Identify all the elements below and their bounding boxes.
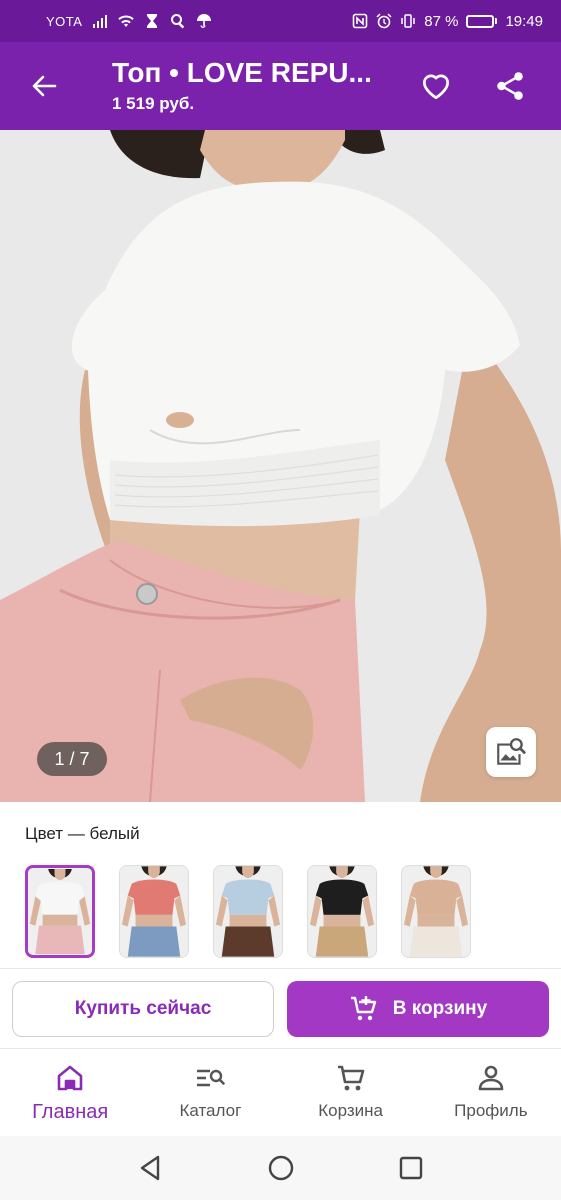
profile-icon — [474, 1061, 508, 1095]
cart-icon — [334, 1061, 368, 1095]
swatch-thumbnail — [308, 866, 376, 957]
color-label: Цвет — белый — [25, 824, 140, 843]
nav-item-cart[interactable]: Корзина — [281, 1049, 421, 1136]
nav-label-catalog: Каталог — [179, 1101, 242, 1120]
color-section: Цвет — белый — [0, 802, 561, 970]
bottom-navigation: Главная Каталог Корзина Профиль — [0, 1048, 561, 1136]
clock: 19:49 — [505, 12, 543, 30]
visual-search-button[interactable] — [486, 727, 536, 777]
system-back-button[interactable] — [131, 1148, 171, 1188]
share-icon — [497, 72, 523, 100]
battery-percent: 87 % — [424, 12, 459, 30]
app-bar: Топ • LOVE REPU... 1 519 руб. — [0, 42, 561, 130]
purchase-bar: Купить сейчас В корзину — [0, 968, 561, 1048]
swatch-thumbnail — [28, 868, 92, 955]
nfc-icon — [352, 13, 368, 29]
favorite-button[interactable] — [414, 64, 458, 108]
buy-now-button[interactable]: Купить сейчас — [12, 981, 274, 1037]
share-button[interactable] — [488, 64, 532, 108]
nav-item-profile[interactable]: Профиль — [421, 1049, 561, 1136]
add-to-cart-icon — [350, 996, 376, 1021]
swatch-thumbnail — [214, 866, 282, 957]
system-navigation-bar — [0, 1136, 561, 1200]
nav-label-cart: Корзина — [318, 1101, 383, 1120]
image-page-indicator: 1 / 7 — [37, 742, 107, 776]
product-image — [0, 130, 561, 802]
color-swatch-black[interactable] — [307, 865, 377, 958]
search-notification-icon — [170, 13, 186, 29]
system-recents-button[interactable] — [391, 1148, 431, 1188]
color-swatches — [25, 865, 471, 958]
signal-icon — [92, 13, 108, 29]
catalog-search-icon — [193, 1061, 227, 1095]
square-recents-icon — [399, 1156, 422, 1180]
system-home-button[interactable] — [261, 1148, 301, 1188]
product-photo[interactable]: 1 / 7 — [0, 130, 561, 802]
add-to-cart-label: В корзину — [392, 998, 488, 1019]
image-search-icon — [497, 738, 526, 765]
swatch-thumbnail — [402, 866, 470, 957]
vibrate-icon — [400, 13, 416, 29]
back-button[interactable] — [22, 64, 66, 108]
arrow-back-icon — [32, 75, 57, 97]
color-swatch-white[interactable] — [25, 865, 95, 958]
swatch-thumbnail — [120, 866, 188, 957]
home-icon — [53, 1061, 87, 1095]
battery-icon — [466, 14, 498, 28]
color-swatch-light-blue[interactable] — [213, 865, 283, 958]
product-title-block: Топ • LOVE REPU... 1 519 руб. — [112, 56, 382, 114]
hourglass-icon — [144, 13, 160, 29]
alarm-icon — [376, 13, 392, 29]
circle-home-icon — [268, 1155, 293, 1181]
wifi-icon — [118, 13, 135, 29]
color-swatch-coral[interactable] — [119, 865, 189, 958]
buy-now-label: Купить сейчас — [74, 998, 212, 1019]
umbrella-icon — [196, 13, 212, 29]
status-bar: YOTA 87 % 19:49 — [0, 0, 561, 42]
product-price: 1 519 руб. — [112, 94, 195, 113]
carrier-label: YOTA — [46, 13, 83, 29]
nav-item-home[interactable]: Главная — [0, 1049, 140, 1136]
nav-label-profile: Профиль — [454, 1101, 528, 1120]
triangle-back-icon — [140, 1155, 159, 1181]
heart-icon — [422, 74, 450, 100]
color-swatch-beige[interactable] — [401, 865, 471, 958]
add-to-cart-button[interactable]: В корзину — [287, 981, 549, 1037]
nav-label-home: Главная — [32, 1101, 109, 1123]
product-title: Топ • LOVE REPU... — [112, 57, 372, 88]
nav-item-catalog[interactable]: Каталог — [140, 1049, 280, 1136]
